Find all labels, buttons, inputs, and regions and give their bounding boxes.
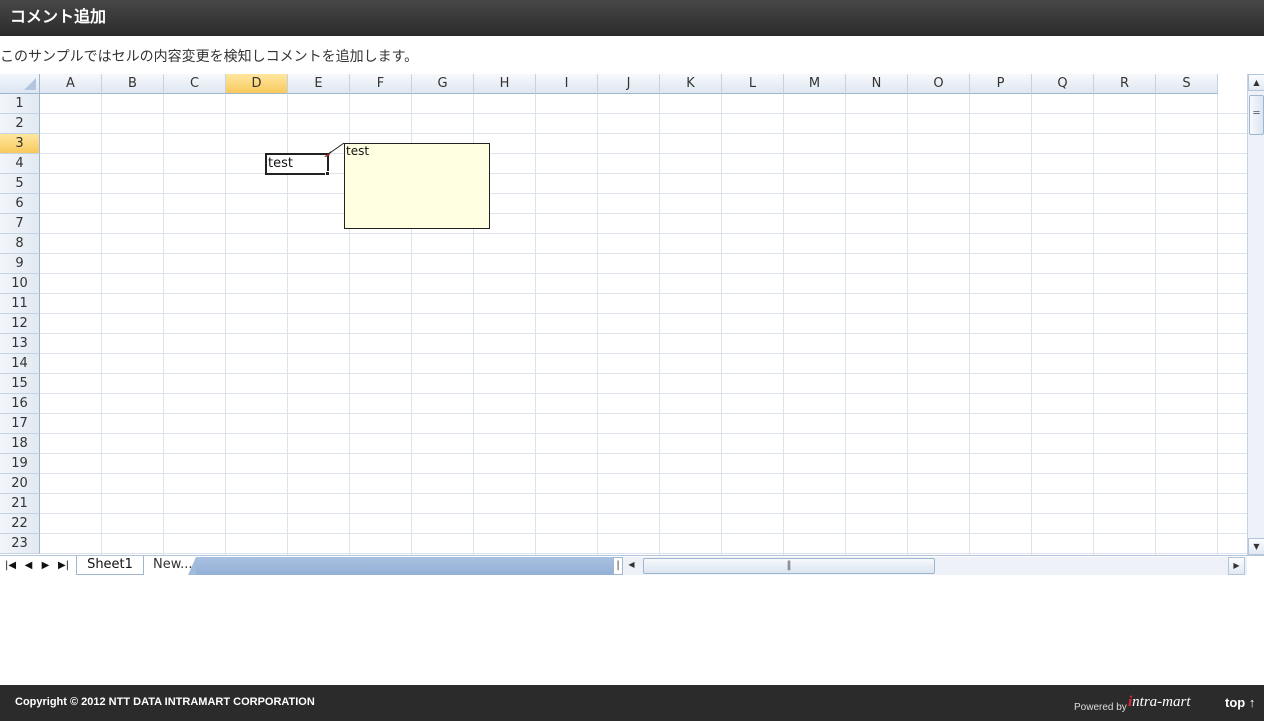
column-header-m[interactable]: M — [784, 74, 846, 94]
column-header-h[interactable]: H — [474, 74, 536, 94]
column-header-l[interactable]: L — [722, 74, 784, 94]
fill-handle[interactable] — [325, 171, 330, 176]
row-header-12[interactable]: 12 — [0, 314, 40, 334]
row-headers: 1 2 3 4 5 6 7 8 9 10 11 12 13 14 15 16 17 18 19 20 21 22 23 — [0, 94, 40, 555]
row-header-1[interactable]: 1 — [0, 94, 40, 114]
page-title: コメント追加 — [0, 0, 1264, 36]
powered-by-text: Powered by — [1074, 702, 1127, 713]
row-header-9[interactable]: 9 — [0, 254, 40, 274]
scroll-down-icon[interactable]: ▼ — [1248, 538, 1264, 555]
comment-text: test — [346, 144, 370, 158]
column-header-k[interactable]: K — [660, 74, 722, 94]
tab-sheet1[interactable]: Sheet1 — [76, 556, 144, 575]
row-header-2[interactable]: 2 — [0, 114, 40, 134]
column-header-c[interactable]: C — [164, 74, 226, 94]
last-sheet-icon[interactable]: ▶| — [55, 557, 72, 574]
column-header-p[interactable]: P — [970, 74, 1032, 94]
row-header-22[interactable]: 22 — [0, 514, 40, 534]
column-header-i[interactable]: I — [536, 74, 598, 94]
tab-strip-fill — [188, 557, 614, 575]
column-header-r[interactable]: R — [1094, 74, 1156, 94]
row-header-4[interactable]: 4 — [0, 154, 40, 174]
column-headers: ABCDEFGHIJKLMNOPQRS — [40, 74, 1247, 94]
row-header-18[interactable]: 18 — [0, 434, 40, 454]
scroll-right-icon[interactable]: ▶ — [1228, 557, 1245, 575]
next-sheet-icon[interactable]: ▶ — [37, 557, 54, 574]
column-header-a[interactable]: A — [40, 74, 102, 94]
column-header-o[interactable]: O — [908, 74, 970, 94]
row-header-7[interactable]: 7 — [0, 214, 40, 234]
column-header-b[interactable]: B — [102, 74, 164, 94]
first-sheet-icon[interactable]: |◀ — [2, 557, 19, 574]
row-header-3[interactable]: 3 — [0, 134, 40, 154]
scroll-left-icon[interactable]: ◀ — [623, 557, 640, 575]
row-header-20[interactable]: 20 — [0, 474, 40, 494]
vertical-scroll-thumb[interactable]: ═ — [1249, 95, 1264, 135]
column-header-n[interactable]: N — [846, 74, 908, 94]
select-all-corner[interactable] — [0, 74, 40, 94]
row-header-13[interactable]: 13 — [0, 334, 40, 354]
cell-comment-box[interactable]: test — [344, 143, 490, 229]
row-header-5[interactable]: 5 — [0, 174, 40, 194]
row-header-17[interactable]: 17 — [0, 414, 40, 434]
cell-grid[interactable]: test test — [40, 94, 1247, 555]
tab-splitter-handle[interactable]: | — [613, 557, 623, 575]
copyright-text: Copyright © 2012 NTT DATA INTRAMART CORP… — [15, 696, 315, 708]
vertical-scrollbar[interactable]: ▲ ═ ▼ — [1247, 74, 1264, 555]
row-header-19[interactable]: 19 — [0, 454, 40, 474]
row-header-11[interactable]: 11 — [0, 294, 40, 314]
footer: Copyright © 2012 NTT DATA INTRAMART CORP… — [0, 685, 1264, 721]
row-header-10[interactable]: 10 — [0, 274, 40, 294]
row-header-15[interactable]: 15 — [0, 374, 40, 394]
horizontal-scroll-thumb[interactable]: ‖ — [643, 558, 935, 574]
row-header-14[interactable]: 14 — [0, 354, 40, 374]
column-header-f[interactable]: F — [350, 74, 412, 94]
horizontal-scrollbar[interactable]: ◀ ‖ ▶ — [623, 557, 1247, 575]
sheet-tab-bar: |◀ ◀ ▶ ▶| Sheet1 New... | ◀ ‖ ▶ — [0, 555, 1264, 575]
column-header-j[interactable]: J — [598, 74, 660, 94]
page-description: このサンプルではセルの内容変更を検知しコメントを追加します。 — [0, 49, 419, 65]
scroll-up-icon[interactable]: ▲ — [1248, 74, 1264, 91]
column-header-s[interactable]: S — [1156, 74, 1218, 94]
row-header-16[interactable]: 16 — [0, 394, 40, 414]
active-cell-d3[interactable]: test — [265, 153, 329, 175]
row-header-21[interactable]: 21 — [0, 494, 40, 514]
column-header-g[interactable]: G — [412, 74, 474, 94]
column-header-q[interactable]: Q — [1032, 74, 1094, 94]
intra-mart-logo: intra-mart — [1128, 694, 1191, 710]
row-header-8[interactable]: 8 — [0, 234, 40, 254]
column-header-e[interactable]: E — [288, 74, 350, 94]
prev-sheet-icon[interactable]: ◀ — [20, 557, 37, 574]
row-header-6[interactable]: 6 — [0, 194, 40, 214]
spreadsheet: ABCDEFGHIJKLMNOPQRS 1 2 3 4 5 6 7 8 9 10 11 12 13 14 1… — [0, 74, 1264, 575]
top-link[interactable]: top ↑ — [1225, 695, 1255, 710]
row-header-23[interactable]: 23 — [0, 534, 40, 554]
column-header-d[interactable]: D — [226, 74, 288, 94]
